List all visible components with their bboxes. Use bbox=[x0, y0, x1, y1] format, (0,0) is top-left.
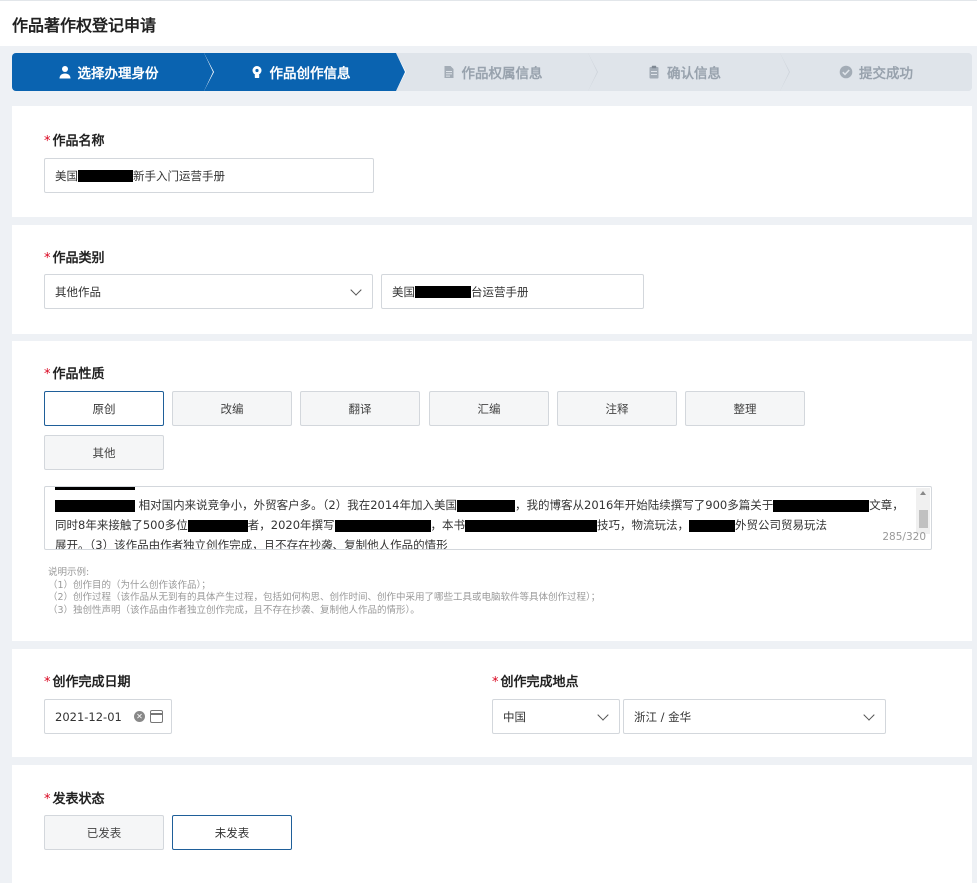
work-name-card: * 作品名称 美国 新手入门运营手册 bbox=[12, 106, 972, 217]
nature-option-arrangement[interactable]: 整理 bbox=[685, 391, 805, 426]
lightbulb-icon bbox=[252, 66, 261, 78]
redacted-text bbox=[773, 499, 870, 512]
step-label: 确认信息 bbox=[667, 66, 721, 82]
region-select[interactable]: 浙江 / 金华 bbox=[623, 699, 886, 734]
clipboard-icon bbox=[649, 65, 659, 79]
step-label: 作品权属信息 bbox=[461, 66, 543, 82]
redacted-text bbox=[457, 499, 515, 512]
work-category-card: * 作品类别 其他作品 美国 台运营手册 bbox=[12, 225, 972, 334]
check-circle-icon bbox=[839, 65, 853, 79]
completion-card: * 创作完成日期 2021-12-01 ✕ * 创作完成地点 中国 浙江 / 金华 bbox=[12, 649, 972, 757]
work-category-select[interactable]: 其他作品 bbox=[44, 274, 373, 309]
progress-steps: 选择办理身份 作品创作信息 作品权属信息 确认信息 提交成功 bbox=[12, 53, 972, 91]
work-name-label: * 作品名称 bbox=[44, 134, 105, 149]
nature-option-translation[interactable]: 翻译 bbox=[300, 391, 420, 426]
publish-option-published[interactable]: 已发表 bbox=[44, 815, 164, 850]
description-hint: 说明示例: （1）创作目的（为什么创作该作品）； （2）创作过程（该作品从无到有… bbox=[48, 567, 601, 616]
nature-option-compilation[interactable]: 汇编 bbox=[429, 391, 549, 426]
redacted-text bbox=[689, 519, 736, 532]
redacted-text bbox=[465, 519, 598, 532]
step-select-identity[interactable]: 选择办理身份 bbox=[12, 53, 214, 91]
nature-option-annotation[interactable]: 注释 bbox=[557, 391, 677, 426]
scroll-up-icon bbox=[920, 491, 926, 495]
redacted-text bbox=[415, 285, 471, 298]
work-description-textarea[interactable]: 相对国内来说竞争小，外贸客户多。（2）我在2014年加入美国 ，我的博客从2016… bbox=[44, 486, 932, 550]
document-icon bbox=[444, 66, 453, 78]
chevron-down-icon bbox=[597, 709, 609, 721]
textarea-line: 相对国内来说竞争小，外贸客户多。（2）我在2014年加入美国 ，我的博客从2016… bbox=[55, 495, 913, 515]
chevron-down-icon bbox=[350, 284, 362, 296]
work-nature-label: * 作品性质 bbox=[44, 367, 105, 382]
publish-status-card: * 发表状态 已发表 未发表 bbox=[12, 765, 972, 883]
completion-place-label: * 创作完成地点 bbox=[492, 675, 579, 690]
textarea-line: 同时8年来接触了500多位 者，2020年撰写 ，本书 技巧，物流玩法， 外贸公司贸易玩… bbox=[55, 518, 828, 532]
nature-option-original[interactable]: 原创 bbox=[44, 391, 164, 426]
textarea-line: 展开。（3）该作品由作者独立创作完成，且不存在抄袭、复制他人作品的情形 bbox=[55, 538, 448, 550]
scrollbar-thumb[interactable] bbox=[919, 510, 928, 528]
step-label: 提交成功 bbox=[859, 66, 913, 82]
redacted-text bbox=[55, 487, 135, 490]
textarea-line bbox=[55, 487, 913, 495]
nature-option-adaptation[interactable]: 改编 bbox=[172, 391, 292, 426]
step-submit-success[interactable]: 提交成功 bbox=[780, 53, 972, 91]
chevron-down-icon bbox=[863, 709, 875, 721]
work-category-label: * 作品类别 bbox=[44, 251, 105, 266]
nature-option-other[interactable]: 其他 bbox=[44, 435, 164, 470]
header-bar: 作品著作权登记申请 bbox=[0, 0, 977, 46]
redacted-text bbox=[334, 519, 431, 532]
step-label: 选择办理身份 bbox=[77, 66, 159, 82]
step-work-creation[interactable]: 作品创作信息 bbox=[204, 53, 406, 91]
publish-option-unpublished[interactable]: 未发表 bbox=[172, 815, 292, 850]
publish-status-label: * 发表状态 bbox=[44, 792, 105, 807]
step-confirm-info[interactable]: 确认信息 bbox=[588, 53, 790, 91]
user-icon bbox=[59, 66, 70, 79]
redacted-text bbox=[187, 519, 248, 532]
step-label: 作品创作信息 bbox=[269, 66, 351, 82]
redacted-text bbox=[55, 499, 135, 512]
completion-date-label: * 创作完成日期 bbox=[44, 675, 131, 690]
page-title: 作品著作权登记申请 bbox=[12, 16, 157, 35]
calendar-icon[interactable] bbox=[150, 710, 163, 723]
clear-icon[interactable]: ✕ bbox=[134, 711, 145, 722]
redacted-text bbox=[78, 169, 133, 182]
char-counter: 285/320 bbox=[882, 531, 926, 543]
work-category-detail-input[interactable]: 美国 台运营手册 bbox=[381, 274, 644, 309]
country-select[interactable]: 中国 bbox=[492, 699, 620, 734]
work-name-input[interactable]: 美国 新手入门运营手册 bbox=[44, 158, 374, 193]
step-work-ownership[interactable]: 作品权属信息 bbox=[396, 53, 598, 91]
work-nature-card: * 作品性质 原创 改编 翻译 汇编 注释 整理 其他 相对国内来说竞争小，外贸客… bbox=[12, 341, 972, 641]
completion-date-picker[interactable]: 2021-12-01 ✕ bbox=[44, 699, 172, 734]
